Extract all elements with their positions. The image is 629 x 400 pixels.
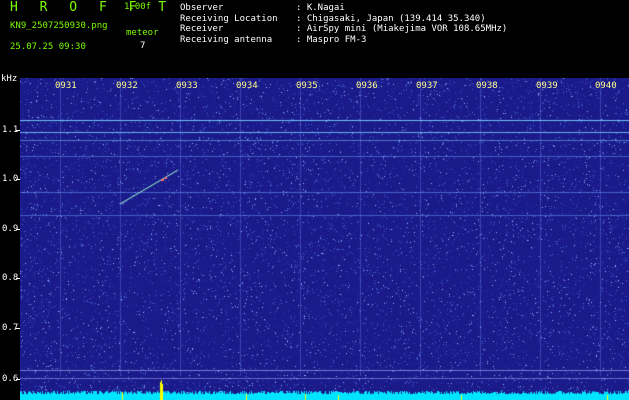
station-info: Observer: K.Nagai Receiving Location: Ch… xyxy=(180,3,507,45)
meteor-label: meteor xyxy=(126,28,159,38)
info-row-location: Receiving Location: Chigasaki, Japan (13… xyxy=(180,13,486,24)
x-label-0932: 0932 xyxy=(116,81,138,91)
info-row-antenna: Receiving antenna: Maspro FM-3 xyxy=(180,34,367,45)
header-panel: H R O F F T 1.00f KN9_2507250930.png met… xyxy=(0,0,629,78)
spectrogram xyxy=(20,78,629,400)
x-label-0935: 0935 xyxy=(296,81,318,91)
info-row-observer: Observer: K.Nagai xyxy=(180,3,345,13)
x-label-0938: 0938 xyxy=(476,81,498,91)
file-name: KN9_2507250930.png xyxy=(10,21,108,31)
y-unit-label: kHz xyxy=(1,74,18,84)
info-row-receiver: Receiver: AirSpy mini (Miakejima VOR 108… xyxy=(180,24,508,34)
x-label-0934: 0934 xyxy=(236,81,258,91)
x-label-0937: 0937 xyxy=(416,81,438,91)
capture-datetime: 25.07.25 09:30 xyxy=(10,42,86,52)
x-label-0939: 0939 xyxy=(536,81,558,91)
x-label-0940: 0940 xyxy=(595,81,617,91)
x-label-0931: 0931 xyxy=(55,81,77,91)
x-label-0933: 0933 xyxy=(176,81,198,91)
x-label-0936: 0936 xyxy=(356,81,378,91)
app-version: 1.00f xyxy=(124,2,152,12)
meteor-count: 7 xyxy=(140,41,146,51)
